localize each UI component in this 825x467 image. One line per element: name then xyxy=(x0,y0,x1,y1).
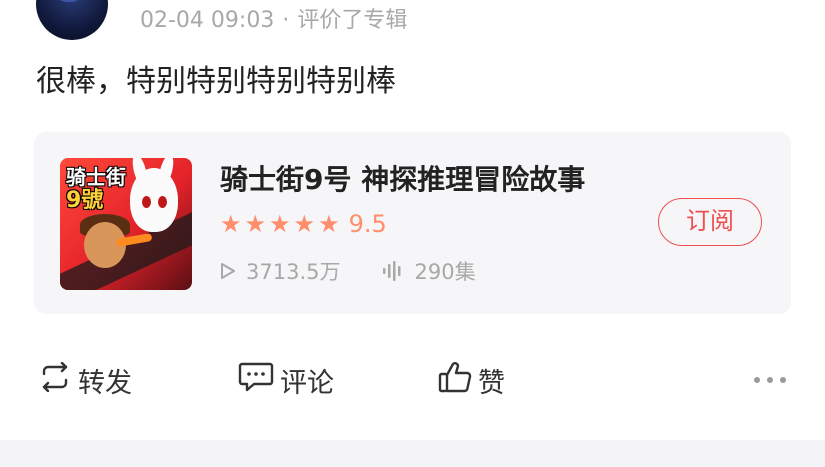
post-timestamp: 02-04 09:03 xyxy=(140,8,275,33)
audio-wave-icon xyxy=(382,261,404,281)
rabbit-eye-left xyxy=(142,196,151,208)
comment-button[interactable]: 评论 xyxy=(238,360,334,400)
episode-count: 290集 xyxy=(414,260,476,284)
play-count: 3713.5万 xyxy=(246,260,341,284)
rating-score: 9.5 xyxy=(348,210,387,238)
album-rating: ★ ★ ★ ★ ★ 9.5 xyxy=(220,208,387,240)
forward-button[interactable]: 转发 xyxy=(38,360,132,400)
post-card: 02-04 09:03 · 评价了专辑 很棒，特别特别特别特别棒 骑士街 9號 骑士… xyxy=(0,0,825,467)
star-icon: ★ xyxy=(244,210,267,238)
play-icon xyxy=(220,262,236,280)
more-icon[interactable] xyxy=(754,370,786,390)
like-button[interactable]: 赞 xyxy=(438,360,505,400)
more-dot xyxy=(780,377,786,383)
post-action-text: 评价了专辑 xyxy=(297,8,408,33)
star-icon: ★ xyxy=(293,210,316,238)
cover-number: 9號 xyxy=(66,188,104,213)
album-card[interactable]: 骑士街 9號 骑士街9号 神探推理冒险故事 ★ ★ ★ ★ ★ 9.5 3713… xyxy=(34,132,791,314)
meta-separator: · xyxy=(282,8,290,33)
section-divider xyxy=(0,440,825,467)
post-meta: 02-04 09:03 · 评价了专辑 xyxy=(140,6,407,36)
star-icon: ★ xyxy=(269,210,291,238)
cover-title: 骑士街 xyxy=(66,165,126,189)
star-icon: ★ xyxy=(220,210,242,238)
album-cover[interactable]: 骑士街 9號 xyxy=(60,158,192,290)
forward-icon xyxy=(38,361,72,399)
comment-label: 评论 xyxy=(280,367,334,399)
more-dot xyxy=(767,377,773,383)
more-dot xyxy=(754,377,760,383)
subscribe-button[interactable]: 订阅 xyxy=(658,198,762,246)
thumbs-up-icon xyxy=(438,360,472,401)
album-stats: 3713.5万 290集 xyxy=(220,256,476,286)
comment-text: 很棒，特别特别特别特别棒 xyxy=(36,64,396,99)
avatar-glow xyxy=(56,0,82,2)
rabbit-figure xyxy=(130,168,178,232)
album-title[interactable]: 骑士街9号 神探推理冒险故事 xyxy=(220,162,585,198)
like-label: 赞 xyxy=(478,367,505,399)
avatar[interactable] xyxy=(36,0,108,40)
forward-label: 转发 xyxy=(78,367,132,399)
star-icon: ★ xyxy=(318,210,340,238)
rabbit-eye-right xyxy=(158,196,167,208)
comment-icon xyxy=(238,361,274,400)
